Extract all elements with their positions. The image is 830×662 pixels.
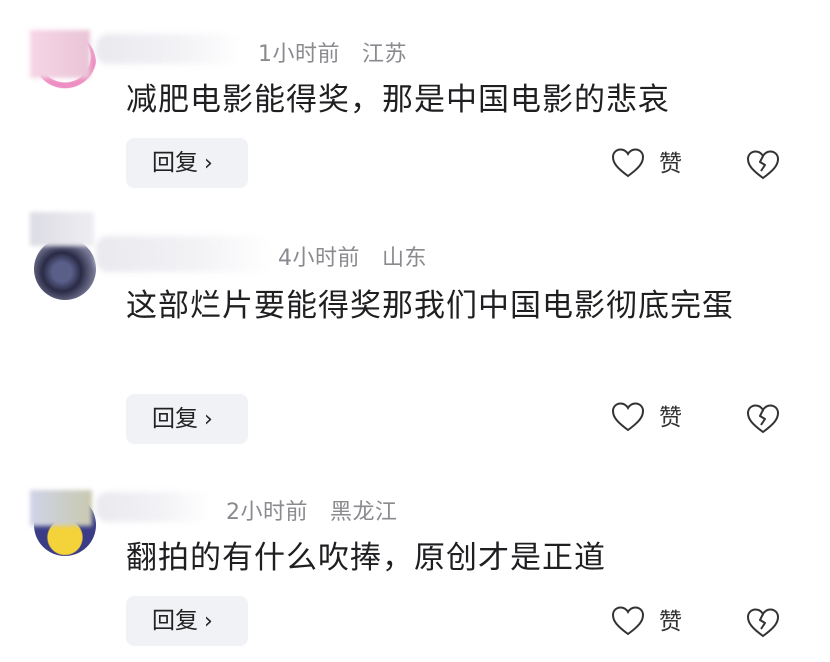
comment-meta: 1小时前 江苏 <box>258 36 407 68</box>
comment-text: 翻拍的有什么吹捧，原创才是正道 <box>126 540 606 576</box>
comment-item: 4小时前 山东 这部烂片要能得奖那我们中国电影彻底完蛋 回复 › 赞 <box>0 200 830 460</box>
reply-label: 回复 <box>152 406 198 432</box>
username-redacted <box>30 212 94 246</box>
comment-time: 4小时前 <box>278 246 360 271</box>
avatar[interactable] <box>34 238 96 300</box>
username-redacted <box>96 34 242 64</box>
comment-time: 1小时前 <box>258 42 340 67</box>
username-redacted <box>30 30 90 78</box>
username-redacted <box>30 490 92 526</box>
comment-text: 减肥电影能得奖，那是中国电影的悲哀 <box>126 82 670 118</box>
like-label: 赞 <box>659 609 682 635</box>
heart-outline-icon <box>611 402 645 432</box>
chevron-right-icon: › <box>204 609 213 634</box>
reply-button[interactable]: 回复 › <box>126 138 248 188</box>
comment-text: 这部烂片要能得奖那我们中国电影彻底完蛋 <box>126 288 734 324</box>
comment-location: 黑龙江 <box>330 500 398 525</box>
like-button[interactable]: 赞 <box>611 144 701 184</box>
comment-item: 1小时前 江苏 减肥电影能得奖，那是中国电影的悲哀 回复 › 赞 <box>0 0 830 200</box>
username-redacted <box>96 492 210 522</box>
comment-time: 2小时前 <box>226 500 308 525</box>
broken-heart-icon[interactable] <box>746 148 780 182</box>
comment-meta: 2小时前 黑龙江 <box>226 494 398 526</box>
reply-button[interactable]: 回复 › <box>126 596 248 646</box>
comment-meta: 4小时前 山东 <box>278 240 427 272</box>
username-redacted <box>96 236 272 272</box>
like-label: 赞 <box>659 151 682 177</box>
reply-label: 回复 <box>152 150 198 176</box>
reply-label: 回复 <box>152 608 198 634</box>
reply-button[interactable]: 回复 › <box>126 394 248 444</box>
chevron-right-icon: › <box>204 407 213 432</box>
like-label: 赞 <box>659 405 682 431</box>
comment-item: 2小时前 黑龙江 翻拍的有什么吹捧，原创才是正道 回复 › 赞 <box>0 460 830 662</box>
broken-heart-icon[interactable] <box>746 606 780 640</box>
comment-location: 江苏 <box>362 42 408 67</box>
broken-heart-icon[interactable] <box>746 402 780 436</box>
heart-outline-icon <box>611 606 645 636</box>
like-button[interactable]: 赞 <box>611 398 701 438</box>
like-button[interactable]: 赞 <box>611 602 701 642</box>
chevron-right-icon: › <box>204 151 213 176</box>
comment-location: 山东 <box>382 246 428 271</box>
heart-outline-icon <box>611 148 645 178</box>
